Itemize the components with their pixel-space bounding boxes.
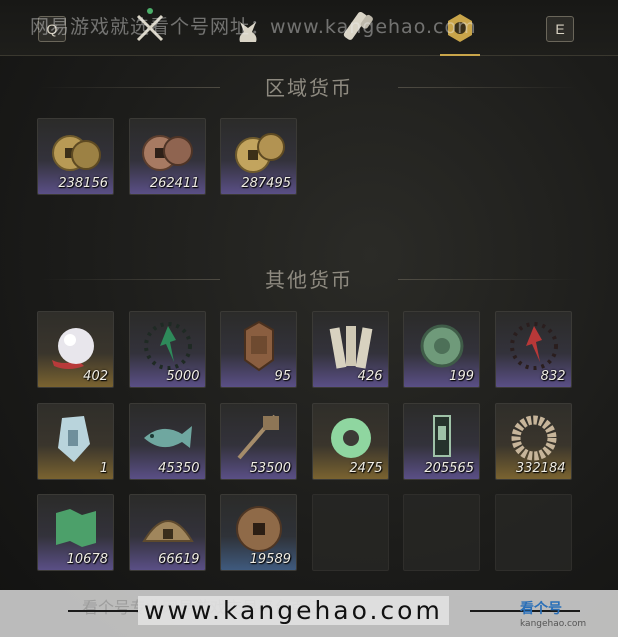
currency-slot[interactable]: 10678 [37,494,114,571]
currency-slot[interactable]: 45350 [128,402,206,480]
bronze-plaque-icon [244,320,274,372]
jade-map-icon [56,509,96,547]
currency-slot[interactable]: 66619 [128,494,206,571]
item-count: 205565 [424,460,474,476]
pearl-icon [52,328,94,369]
gold-coins-stack-icon [235,133,285,173]
beaded-bracelet-icon [511,415,556,460]
currency-slot[interactable]: 2475 [311,402,389,480]
empty-slot [311,494,389,571]
item-count: 1 [99,460,108,476]
jade-tablet-icon [433,414,451,457]
red-jade-token-icon [143,322,192,370]
item-count: 53500 [249,460,291,476]
empty-slot [403,494,480,571]
item-count: 10678 [66,552,108,567]
item-count: 19589 [249,552,291,567]
currency-slot[interactable]: 402 [37,311,114,388]
regional-currency-title: 区域货币 [0,72,618,101]
currency-slot[interactable]: 832 [494,311,572,388]
jade-fish-icon [143,425,192,448]
currency-slot[interactable]: 426 [311,311,389,388]
gold-coins-icon [52,135,101,171]
half-coin-icon [141,520,194,542]
item-count: 5000 [166,369,200,384]
key-sword-icon [237,414,279,459]
corner-logo-sub: kangehao.com [520,619,587,629]
next-tab-key[interactable]: E [546,16,574,42]
currency-slot[interactable]: 95 [220,311,297,388]
item-count: 238156 [58,176,108,191]
prev-tab-key[interactable]: Q [38,16,66,42]
currency-slot[interactable]: 332184 [494,402,572,480]
red-token-icon [509,322,558,370]
item-count: 402 [83,369,108,384]
copper-coins-icon [141,135,193,171]
item-count: 2475 [349,460,383,476]
pouch-icon [239,22,257,42]
item-count: 832 [540,369,566,384]
weapons-tab[interactable] [130,8,170,48]
item-count: 332184 [515,460,566,476]
scrolls-tab[interactable] [340,8,380,48]
item-count: 95 [274,369,291,384]
currency-slot[interactable]: 262411 [128,118,206,195]
item-count: 287495 [241,176,291,191]
jade-ring-icon [330,417,371,458]
currency-slot[interactable]: 5000 [128,311,206,388]
item-count: 45350 [158,460,200,476]
corner-logo: 看个号 kangehao.com [520,598,586,629]
item-count: 262411 [149,176,200,191]
currency-slot[interactable]: 205565 [403,402,480,480]
currency-slot[interactable]: 1 [37,402,114,480]
currency-icon [448,14,472,42]
bamboo-slips-icon [329,326,372,369]
item-count: 199 [449,369,474,384]
watermark-url: www.kangehao.com [138,596,449,625]
crossed-swords-icon [136,8,164,42]
other-currency-title: 其他货币 [0,264,618,293]
item-count: 426 [357,369,383,384]
top-bar: Q E 网易游戏就选看个号网址：www.kangehao.com [0,0,618,56]
watermark-line-left [68,610,138,612]
currency-slot[interactable]: 199 [403,311,480,388]
square-hole-coin-icon [236,506,282,552]
currency-slot[interactable]: 238156 [37,118,114,195]
pouch-tab[interactable] [228,8,268,48]
jade-disc-icon [420,324,464,368]
currency-slot[interactable]: 19589 [220,494,297,571]
item-count: 66619 [158,552,200,567]
corner-logo-text: 看个号 [520,601,562,617]
currency-tab[interactable] [440,8,480,56]
scroll-icon [343,11,373,40]
jade-stone-icon [58,415,90,462]
currency-slot[interactable]: 53500 [220,402,297,480]
empty-slot [494,494,572,571]
currency-slot[interactable]: 287495 [220,118,297,195]
